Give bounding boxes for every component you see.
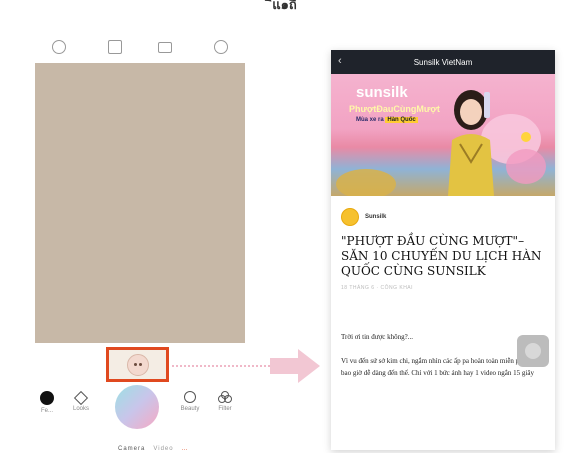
control-beauty-label: Beauty: [180, 406, 200, 412]
author-row[interactable]: Sunsilk: [341, 208, 545, 226]
control-filter[interactable]: Filter: [214, 391, 236, 412]
control-filter-label: Filter: [218, 406, 232, 412]
arrow-right-icon: [270, 349, 320, 383]
diamond-icon: [73, 390, 89, 406]
mode-camera[interactable]: Camera: [118, 446, 145, 452]
filter-icon: [218, 391, 232, 403]
sticker-highlight[interactable]: [106, 347, 169, 382]
black-dot-icon: [40, 391, 54, 405]
banner-sub-left: Mùa xe ra: [356, 117, 384, 123]
camera-viewfinder[interactable]: [35, 63, 245, 343]
phone-header: ‹ Sunsilk VietNam: [331, 50, 555, 74]
article-paragraph-1: Trời ơi tin được không?...: [341, 333, 414, 341]
control-effects-label: Fe...: [40, 408, 53, 414]
banner-subline: Mùa xe ra Hàn Quốc: [356, 117, 418, 123]
author-name: Sunsilk: [365, 214, 387, 220]
brand-logo-icon: [341, 208, 359, 226]
mode-more[interactable]: …: [182, 446, 189, 452]
beauty-icon: [184, 391, 196, 403]
shutter-button[interactable]: [115, 385, 159, 429]
banner-brand: sunsilk: [356, 84, 408, 101]
ring-icon[interactable]: [214, 40, 228, 54]
circle-icon[interactable]: [52, 40, 66, 54]
article-paragraph-2: Vì vu đến sứ sở kim chi, ngắm nhìn các ấ…: [341, 357, 540, 377]
article-meta: 18 THÁNG 6 · CÔNG KHAI: [341, 285, 414, 291]
mode-video[interactable]: Video: [153, 446, 173, 452]
control-looks-label: Looks: [72, 406, 89, 412]
banner-sub-highlight: Hàn Quốc: [385, 117, 418, 123]
phone-article-screen: ‹ Sunsilk VietNam sunsilk PhượtĐauCùngMư…: [331, 50, 555, 450]
mode-selector: Camera Video …: [118, 446, 189, 452]
back-chevron-icon[interactable]: ‹: [338, 55, 342, 67]
camera-controls: Fe... Looks Beauty Filter: [30, 385, 255, 445]
camera-top-bar: [40, 40, 240, 56]
header-title: Sunsilk VietNam: [413, 57, 473, 67]
article-headline: "PHƯỢT ĐẦU CÙNG MƯỢT"– SĂN 10 CHUYẾN DU …: [341, 234, 542, 278]
face-sticker-icon: [126, 353, 149, 376]
grid-icon[interactable]: [158, 42, 172, 53]
dotted-connector: [172, 365, 282, 367]
floating-action-button[interactable]: [517, 335, 549, 367]
square-frame-icon[interactable]: [108, 40, 122, 54]
promo-banner[interactable]: sunsilk PhượtĐauCùngMượt Mùa xe ra Hàn Q…: [331, 74, 555, 196]
control-looks[interactable]: Looks: [68, 390, 94, 412]
banner-slogan: PhượtĐauCùngMượt: [349, 104, 440, 114]
control-beauty[interactable]: Beauty: [178, 391, 202, 412]
control-effects[interactable]: Fe...: [36, 391, 58, 414]
top-caption: ิแ๑ถี: [272, 0, 297, 12]
banner-model-image: [448, 90, 494, 196]
